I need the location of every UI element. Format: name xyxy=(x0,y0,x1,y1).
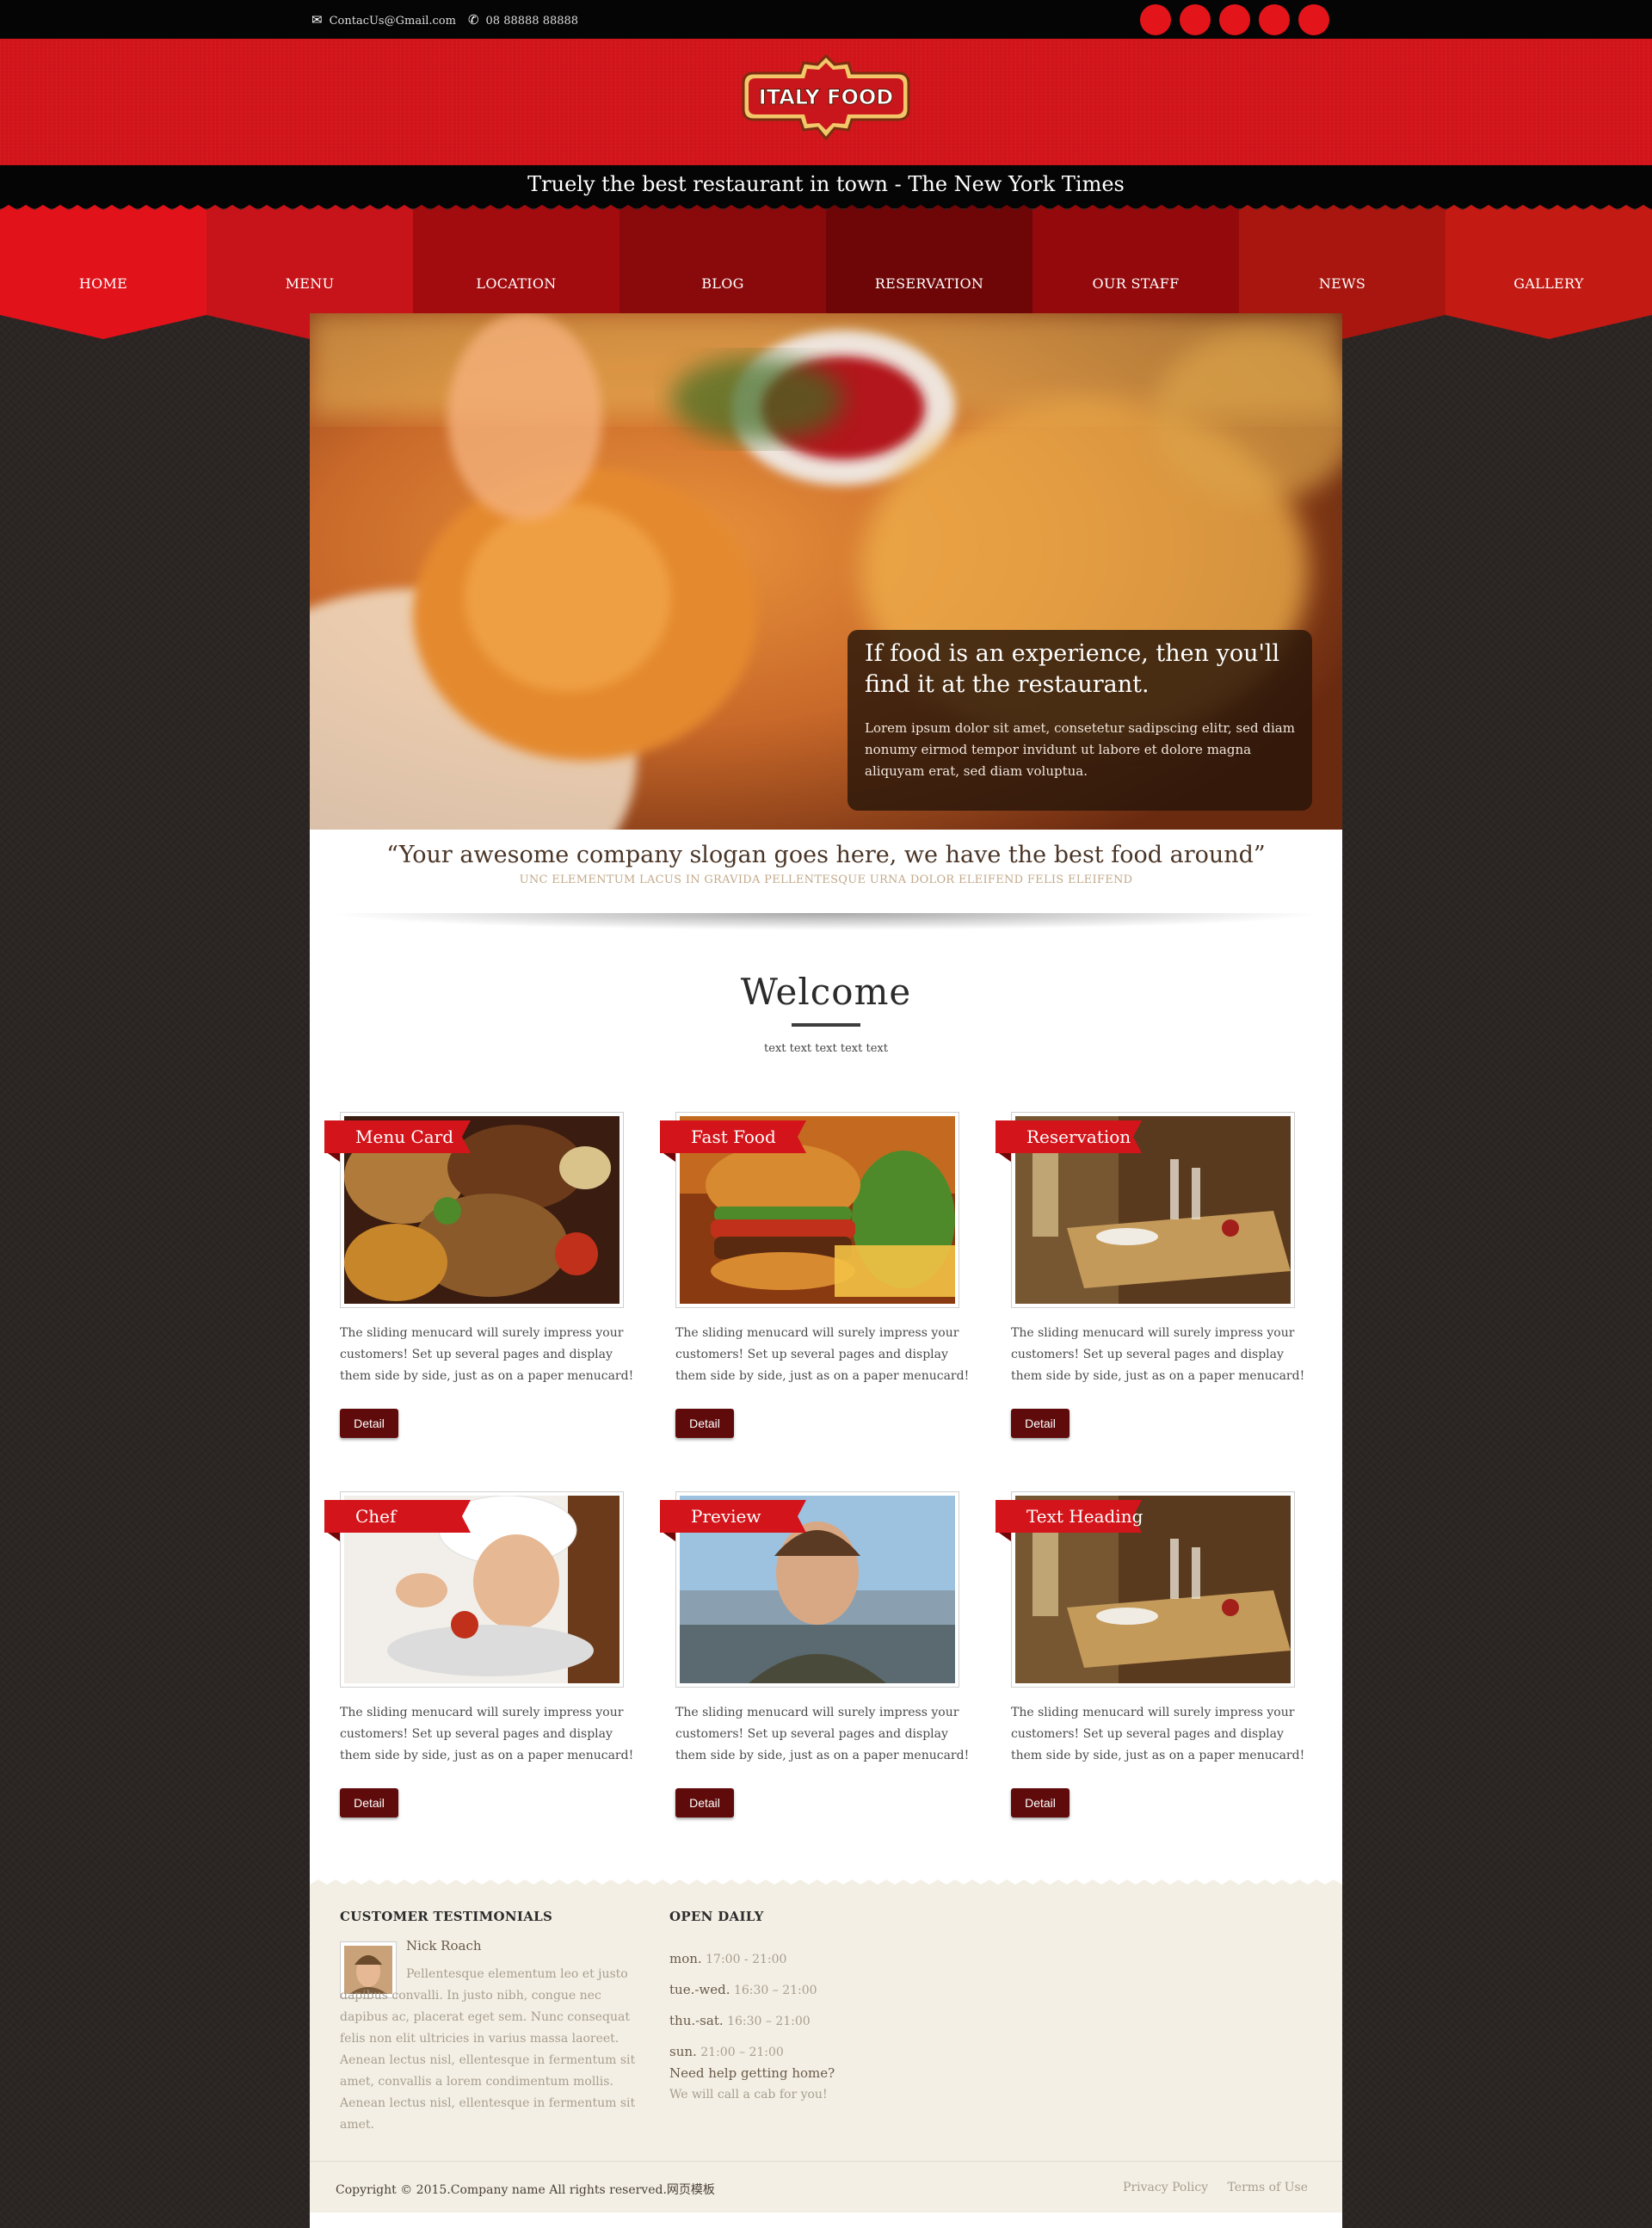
footer-bottom: Copyright © 2015.Company name All rights… xyxy=(310,2161,1342,2213)
hero-caption: If food is an experience, then you'll fi… xyxy=(848,630,1312,811)
testimonials-heading: CUSTOMER TESTIMONIALS xyxy=(340,1909,553,1924)
help-heading: Need help getting home? xyxy=(669,2065,835,2081)
detail-button[interactable]: Detail xyxy=(1011,1788,1069,1818)
nav-item-blog[interactable]: BLOG xyxy=(620,275,826,292)
card-text: The sliding menucard will surely impress… xyxy=(1011,1706,1305,1762)
site-header: ITALY FOOD xyxy=(0,39,1652,165)
card-ribbon: Menu Card xyxy=(324,1120,471,1162)
email-contact[interactable]: ✉ ContacUs@Gmail.com xyxy=(311,12,456,28)
card-title: Chef xyxy=(355,1506,397,1527)
email-text: ContacUs@Gmail.com xyxy=(329,14,456,28)
help-text: We will call a cab for you! xyxy=(669,2088,828,2101)
tagline: Truely the best restaurant in town - The… xyxy=(0,165,1652,208)
opening-hours: mon. 17:00 - 21:00 tue.-wed. 16:30 – 21:… xyxy=(669,1944,817,2068)
nav-item-our-staff[interactable]: OUR STAFF xyxy=(1032,275,1239,292)
social-icon[interactable] xyxy=(1219,4,1250,35)
welcome-section: Welcome text text text text text xyxy=(310,971,1342,1055)
nav-ribbon-segment xyxy=(0,205,206,339)
phone-icon: ✆ xyxy=(467,11,479,28)
card-ribbon: Reservation xyxy=(996,1120,1142,1162)
phone-contact[interactable]: ✆ 08 88888 88888 xyxy=(468,12,578,28)
card-title: Reservation xyxy=(1026,1126,1131,1147)
phone-text: 08 88888 88888 xyxy=(485,14,579,28)
logo-text: ITALY FOOD xyxy=(759,85,893,109)
testimonial-text: Pellentesque elementum leo et justo dapi… xyxy=(340,1967,636,2132)
testimonial-author: Nick Roach xyxy=(406,1938,482,1953)
envelope-icon: ✉ xyxy=(311,11,323,28)
nav-item-home[interactable]: HOME xyxy=(0,275,206,292)
card-text: The sliding menucard will surely impress… xyxy=(1011,1326,1305,1383)
detail-button[interactable]: Detail xyxy=(675,1409,734,1438)
main-content: If food is an experience, then you'll fi… xyxy=(310,313,1342,2228)
welcome-title: Welcome xyxy=(740,971,912,1013)
card-title: Preview xyxy=(691,1506,761,1527)
nav-item-reservation[interactable]: RESERVATION xyxy=(826,275,1032,292)
detail-button[interactable]: Detail xyxy=(1011,1409,1069,1438)
card-text: The sliding menucard will surely impress… xyxy=(340,1706,634,1762)
hours-row: sun. 21:00 – 21:00 xyxy=(669,2044,784,2059)
slogan-section: “Your awesome company slogan goes here, … xyxy=(310,830,1342,916)
slogan-divider xyxy=(327,913,1325,930)
social-icon[interactable] xyxy=(1180,4,1211,35)
card-title: Text Heading xyxy=(1026,1506,1143,1527)
privacy-link[interactable]: Privacy Policy xyxy=(1123,2181,1208,2194)
detail-button[interactable]: Detail xyxy=(340,1788,398,1818)
footer-links: Privacy Policy Terms of Use xyxy=(1107,2181,1308,2194)
footer-edge xyxy=(310,1879,1342,1886)
hours-heading: OPEN DAILY xyxy=(669,1909,764,1924)
social-links xyxy=(1140,4,1329,35)
social-icon[interactable] xyxy=(1259,4,1290,35)
contact-info: ✉ ContacUs@Gmail.com ✆ 08 88888 88888 xyxy=(311,0,578,39)
top-bar: ✉ ContacUs@Gmail.com ✆ 08 88888 88888 xyxy=(0,0,1652,39)
slogan-quote: “Your awesome company slogan goes here, … xyxy=(386,842,1266,868)
card-title: Menu Card xyxy=(355,1126,454,1147)
hours-row: mon. 17:00 - 21:00 xyxy=(669,1951,787,1966)
card-text: The sliding menucard will surely impress… xyxy=(340,1326,634,1383)
footer-info: CUSTOMER TESTIMONIALS Nick Roach Pellent… xyxy=(310,1879,1342,2186)
card-ribbon: Fast Food xyxy=(660,1120,806,1162)
copyright: Copyright © 2015.Company name All rights… xyxy=(336,2183,715,2197)
title-underline xyxy=(792,1023,860,1027)
hours-row: thu.-sat. 16:30 – 21:00 xyxy=(669,2013,811,2028)
detail-button[interactable]: Detail xyxy=(340,1409,398,1438)
nav-item-menu[interactable]: MENU xyxy=(206,275,413,292)
hero-banner: If food is an experience, then you'll fi… xyxy=(310,313,1342,830)
logo[interactable]: ITALY FOOD xyxy=(738,54,914,144)
nav-item-news[interactable]: NEWS xyxy=(1239,275,1446,292)
hours-row: tue.-wed. 16:30 – 21:00 xyxy=(669,1982,817,1997)
nav-item-location[interactable]: LOCATION xyxy=(413,275,620,292)
card-text: The sliding menucard will surely impress… xyxy=(675,1326,970,1383)
card-ribbon: Chef xyxy=(324,1500,471,1541)
hero-heading: If food is an experience, then you'll fi… xyxy=(865,640,1280,698)
nav-item-gallery[interactable]: GALLERY xyxy=(1446,275,1652,292)
card-ribbon: Preview xyxy=(660,1500,806,1541)
welcome-subtitle: text text text text text xyxy=(764,1042,888,1055)
card-ribbon: Text Heading xyxy=(996,1500,1143,1541)
card-title: Fast Food xyxy=(691,1126,776,1147)
card-text: The sliding menucard will surely impress… xyxy=(675,1706,970,1762)
nav-ribbon-segment xyxy=(1446,205,1652,339)
detail-button[interactable]: Detail xyxy=(675,1788,734,1818)
social-icon[interactable] xyxy=(1298,4,1329,35)
slogan-subtext: UNC ELEMENTUM LACUS IN GRAVIDA PELLENTES… xyxy=(519,873,1133,886)
terms-link[interactable]: Terms of Use xyxy=(1228,2181,1308,2194)
hero-text: Lorem ipsum dolor sit amet, consetetur s… xyxy=(865,720,1295,779)
social-icon[interactable] xyxy=(1140,4,1171,35)
